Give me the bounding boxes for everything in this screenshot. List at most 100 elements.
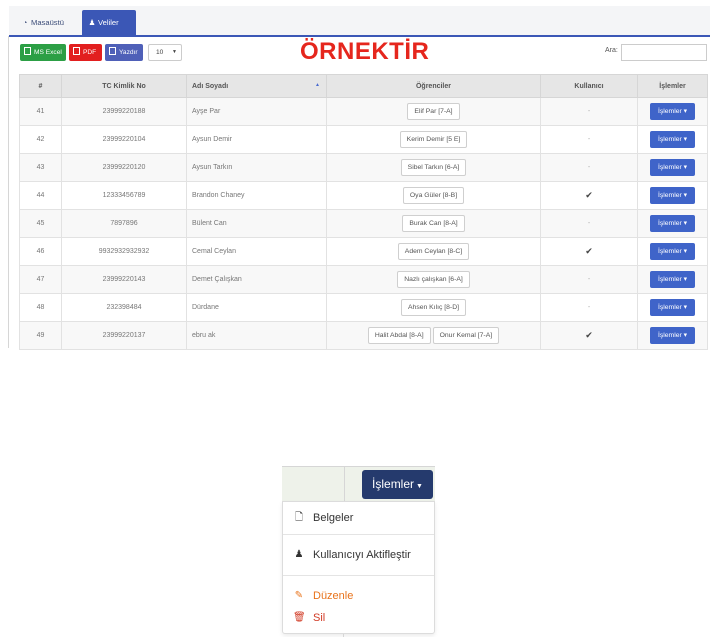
- column-header-students[interactable]: Öğrenciler: [326, 74, 541, 98]
- cell-actions: İşlemler ▾: [637, 125, 708, 154]
- trash-icon: 🗑: [293, 612, 306, 623]
- tab-label: Masaüstü: [31, 18, 64, 27]
- cell-name: Ayşe Par: [186, 97, 327, 126]
- panel-left-border: [8, 36, 9, 348]
- edit-icon: ✎: [294, 590, 304, 601]
- pdf-icon: [73, 47, 80, 56]
- actions-button[interactable]: İşlemler ▾: [650, 131, 695, 148]
- cell-no: 47: [19, 265, 62, 294]
- cell-name: Dürdane: [186, 293, 327, 322]
- print-button[interactable]: Yazdır: [105, 44, 143, 61]
- actions-button[interactable]: İşlemler ▾: [650, 187, 695, 204]
- actions-button[interactable]: İşlemler ▾: [650, 103, 695, 120]
- cell-name: Brandon Chaney: [186, 181, 327, 210]
- excel-icon: [24, 47, 31, 56]
- cell-students: Burak Can [8-A]: [326, 209, 541, 238]
- check-icon: ✔: [585, 330, 593, 340]
- cell-tc: 9932932932932: [61, 237, 187, 266]
- pdf-label: PDF: [83, 49, 97, 56]
- cell-actions: İşlemler ▾: [637, 209, 708, 238]
- menu-item-belgeler[interactable]: 🗋 Belgeler: [283, 508, 434, 528]
- student-badge[interactable]: Oya Güler [8-B]: [402, 187, 465, 204]
- column-header-tc[interactable]: TC Kimlik No: [61, 74, 187, 98]
- sort-asc-icon: ▲: [315, 82, 320, 88]
- cell-actions: İşlemler ▾: [637, 293, 708, 322]
- cell-tc: 232398484: [61, 293, 187, 322]
- search-input[interactable]: [621, 44, 707, 61]
- column-header-actions: İşlemler: [637, 74, 708, 98]
- column-header-user[interactable]: Kullanıcı: [540, 74, 638, 98]
- cell-user: -: [540, 153, 638, 182]
- file-icon: 🗋: [294, 512, 304, 523]
- student-badge[interactable]: Halit Abdal [8-A]: [367, 327, 431, 344]
- cell-user: ✔: [540, 237, 638, 266]
- cell-no: 46: [19, 237, 62, 266]
- student-badge[interactable]: Nazlı çalışkan [6-A]: [397, 271, 470, 288]
- column-header-no[interactable]: #: [19, 74, 62, 98]
- watermark-text: ÖRNEKTİR: [300, 38, 430, 65]
- student-badge[interactable]: Onur Kemal [7-A]: [432, 327, 500, 344]
- excel-export-button[interactable]: MS Excel: [20, 44, 66, 61]
- cell-user: ✔: [540, 321, 638, 350]
- actions-button[interactable]: İşlemler ▾: [650, 159, 695, 176]
- menu-item-edit[interactable]: ✎ Düzenle: [283, 586, 434, 606]
- user-none: -: [587, 220, 591, 227]
- cell-no: 43: [19, 153, 62, 182]
- actions-dropdown-button[interactable]: İşlemler ▼: [362, 470, 433, 499]
- student-badge[interactable]: Elif Par [7-A]: [407, 103, 460, 120]
- cell-tc: 23999220120: [61, 153, 187, 182]
- page-size-select[interactable]: 10 ▼: [148, 44, 182, 61]
- tab-masaustu[interactable]: ◔ Masaüstü: [15, 10, 70, 35]
- cell-students: Nazlı çalışkan [6-A]: [326, 265, 541, 294]
- student-badge[interactable]: Kerim Demir [5 E]: [399, 131, 468, 148]
- cell-user: -: [540, 265, 638, 294]
- student-badge[interactable]: Burak Can [8-A]: [402, 215, 465, 232]
- cell-name: Aysun Demir: [186, 125, 327, 154]
- cell-students: Kerim Demir [5 E]: [326, 125, 541, 154]
- page-size-value: 10: [156, 49, 164, 56]
- user-none: -: [587, 108, 591, 115]
- cell-tc: 7897896: [61, 209, 187, 238]
- check-icon: ✔: [585, 190, 593, 200]
- excel-label: MS Excel: [34, 49, 62, 56]
- actions-button[interactable]: İşlemler ▾: [650, 299, 695, 316]
- menu-divider: [283, 534, 434, 535]
- table-row: 49 23999220137 ebru ak Halit Abdal [8-A] Onu…: [19, 321, 708, 350]
- cell-actions: İşlemler ▾: [637, 153, 708, 182]
- cell-students: Sibel Tarkın [6-A]: [326, 153, 541, 182]
- print-icon: [109, 47, 116, 56]
- actions-button[interactable]: İşlemler ▾: [650, 243, 695, 260]
- student-badge[interactable]: Sibel Tarkın [6-A]: [400, 159, 467, 176]
- menu-item-label: Düzenle: [313, 590, 354, 602]
- cell-students: Ahsen Kılıç [8-D]: [326, 293, 541, 322]
- cell-user: ✔: [540, 181, 638, 210]
- table-row: 45 7897896 Bülent Can Burak Can [8-A] - İşlem…: [19, 209, 708, 238]
- search-label: Ara:: [605, 47, 618, 54]
- cell-name: Bülent Can: [186, 209, 327, 238]
- cell-user: -: [540, 125, 638, 154]
- pdf-export-button[interactable]: PDF: [69, 44, 102, 61]
- actions-button[interactable]: İşlemler ▾: [650, 271, 695, 288]
- student-badge[interactable]: Adem Ceylan [8-C]: [397, 243, 470, 260]
- tab-bar: ◔ Masaüstü ♟ Veliler: [9, 6, 710, 37]
- cell-actions: İşlemler ▾: [637, 265, 708, 294]
- cell-no: 42: [19, 125, 62, 154]
- caret-down-icon: ▼: [416, 483, 423, 490]
- user-icon: ♟: [294, 549, 304, 560]
- print-label: Yazdır: [119, 49, 138, 56]
- table-header-row: # TC Kimlik No Adı Soyadı ▲ Öğrenciler Ku…: [19, 74, 708, 98]
- menu-item-delete[interactable]: 🗑 Sil: [283, 608, 434, 628]
- cell-user: -: [540, 209, 638, 238]
- table-row: 46 9932932932932 Cemal Ceylan Adem Ceylan […: [19, 237, 708, 266]
- chevron-down-icon: ▼: [172, 49, 177, 55]
- table-row: 42 23999220104 Aysun Demir Kerim Demir [5 E…: [19, 125, 708, 154]
- actions-button[interactable]: İşlemler ▾: [650, 215, 695, 232]
- actions-button[interactable]: İşlemler ▾: [650, 327, 695, 344]
- tab-veliler[interactable]: ♟ Veliler: [82, 10, 136, 35]
- menu-item-activate-user[interactable]: ♟ Kullanıcıyı Aktifleştir: [283, 545, 434, 565]
- tab-label: Veliler: [98, 18, 119, 27]
- cell-no: 45: [19, 209, 62, 238]
- user-none: -: [587, 276, 591, 283]
- column-header-name[interactable]: Adı Soyadı ▲: [186, 74, 327, 98]
- student-badge[interactable]: Ahsen Kılıç [8-D]: [401, 299, 466, 316]
